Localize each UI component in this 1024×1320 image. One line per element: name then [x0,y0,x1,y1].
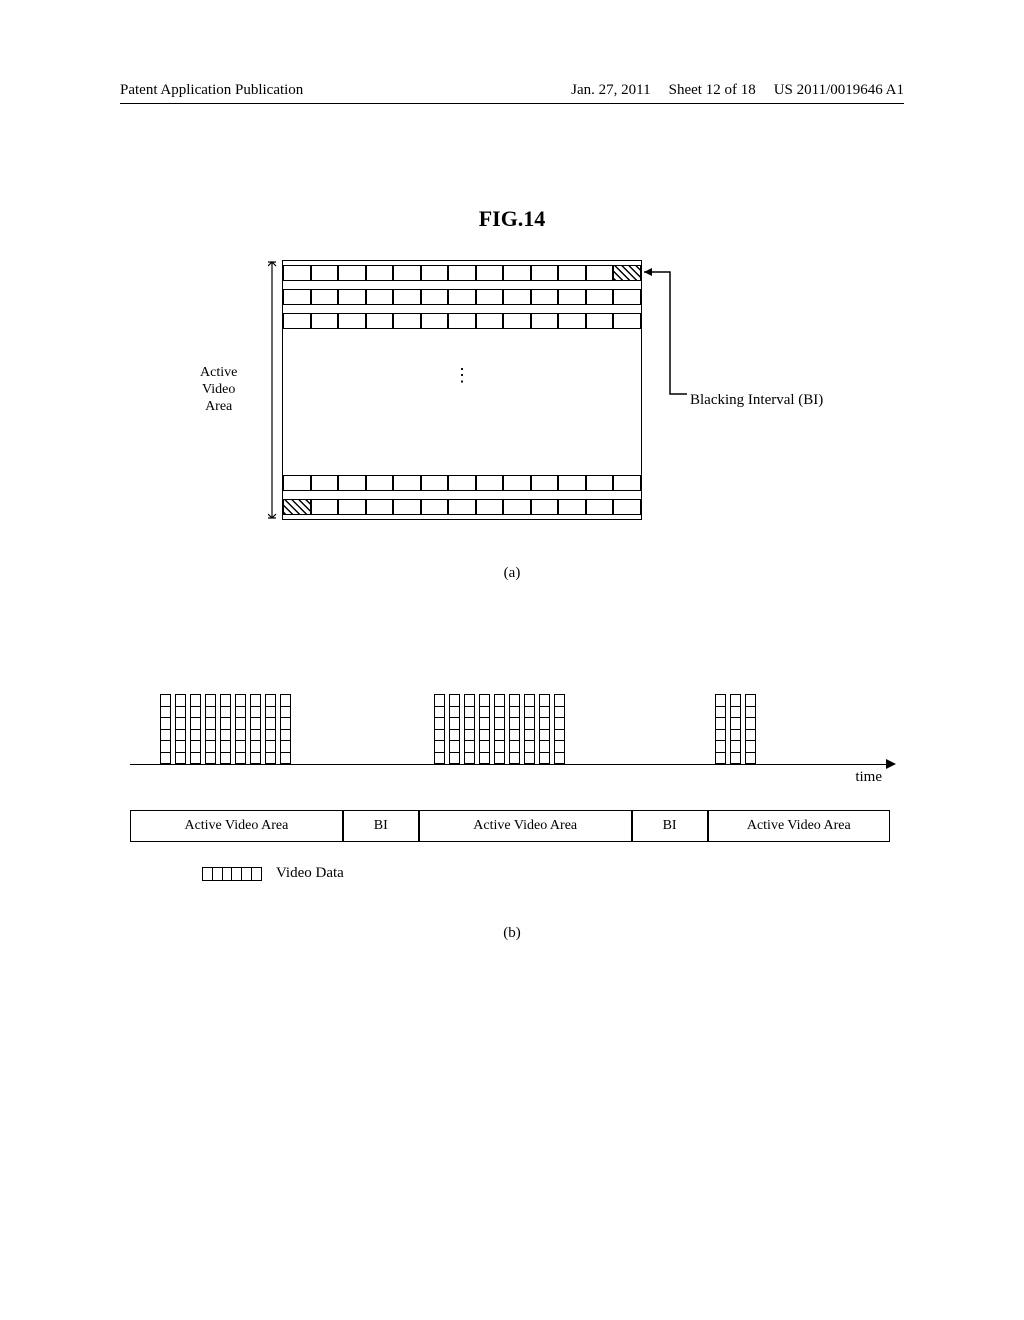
hatched-cell [283,499,311,515]
bar-group [715,694,756,764]
grid-row [283,289,641,305]
header-rule [120,103,904,104]
interval-cell: Active Video Area [419,810,632,842]
grid-row [283,499,641,515]
grid-row [283,265,641,281]
figure-title: FIG.14 [0,206,1024,232]
interval-cell: BI [343,810,419,842]
sub-label-b: (b) [0,925,1024,942]
grid-row [283,475,641,491]
grid-row [283,313,641,329]
timeline: time [130,670,890,765]
legend: Video Data [202,865,344,882]
header-left: Patent Application Publication [120,82,303,99]
interval-row: Active Video Area BI Active Video Area B… [130,810,890,842]
interval-cell: Active Video Area [708,810,890,842]
figure-a: Active Video Area ⋮ Blacking Interval (B… [210,260,800,520]
legend-label: Video Data [276,865,344,882]
video-frame-grid: ⋮ [282,260,642,520]
header-sheet: Sheet 12 of 18 [669,82,756,99]
arrow-right-icon [886,759,896,769]
hatched-cell [613,265,641,281]
interval-cell: Active Video Area [130,810,343,842]
ellipsis-icon: ⋮ [453,371,471,379]
bar-group [160,694,291,764]
bracket-icon [268,260,278,520]
figure-b: time Active Video Area BI Active Video A… [130,670,890,765]
header-date: Jan. 27, 2011 [571,82,650,99]
interval-cell: BI [632,810,708,842]
time-axis-label: time [855,769,882,786]
sub-label-a: (a) [0,565,1024,582]
active-video-area-label: Active Video Area [200,365,237,415]
header-pubno: US 2011/0019646 A1 [774,82,904,99]
blanking-interval-label: Blacking Interval (BI) [690,392,823,409]
bar-group [434,694,565,764]
legend-swatch-icon [202,867,262,881]
